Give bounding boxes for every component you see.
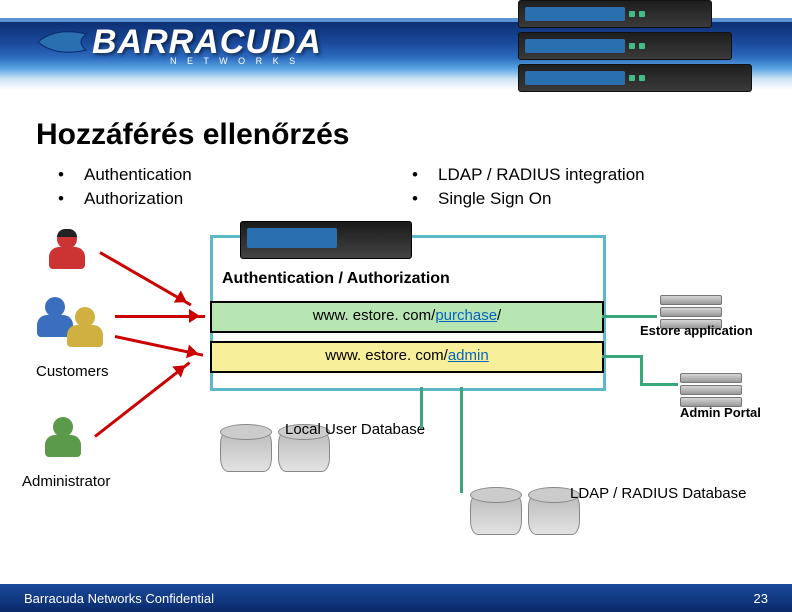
bullet-item: •Authentication [58, 165, 192, 185]
footer-confidential: Barracuda Networks Confidential [24, 591, 214, 606]
arrow-group-to-admin [115, 335, 204, 357]
slide-title: Hozzáférés ellenőrzés [36, 118, 349, 152]
administrator-label: Administrator [22, 473, 110, 490]
hardware-unit [518, 32, 732, 60]
ldap-db-label: LDAP / RADIUS Database [570, 485, 746, 502]
url-text: www. estore. com/ [325, 347, 448, 364]
barracuda-fish-icon [36, 22, 92, 62]
db-local-left [220, 430, 272, 472]
diagram-area: Customers Administrator Authentication /… [0, 235, 792, 515]
arrow-red-to-purchase [99, 251, 191, 306]
url-bar-purchase: www. estore. com/purchase/ [210, 301, 604, 333]
connector-to-local-db [420, 387, 423, 429]
admin-portal-label: Admin Portal [680, 405, 761, 420]
server-admin-portal [680, 373, 740, 409]
brand-subtitle: N E T W O R K S [170, 56, 299, 66]
url-link-purchase[interactable]: purchase [435, 307, 497, 324]
bullet-text: Authentication [84, 165, 192, 184]
connector-branch [602, 355, 642, 358]
footer-bar: Barracuda Networks Confidential 23 [0, 584, 792, 612]
user-icon-yellow [62, 305, 108, 351]
user-icon-red [44, 227, 90, 273]
bullet-item: •Single Sign On [412, 189, 645, 209]
footer-page-number: 23 [754, 591, 768, 606]
connector-to-ldap-db [460, 387, 463, 493]
url-text: www. estore. com/ [313, 307, 436, 324]
auth-label: Authentication / Authorization [222, 270, 450, 288]
hardware-unit [518, 0, 712, 28]
hardware-unit [518, 64, 752, 92]
url-text: / [497, 307, 501, 324]
bullets-right-column: •LDAP / RADIUS integration •Single Sign … [412, 165, 645, 213]
arrow-group-to-purchase [115, 315, 205, 318]
bullet-item: •LDAP / RADIUS integration [412, 165, 645, 185]
connector-to-estore [602, 315, 657, 318]
arrow-admin-to-admin-url [94, 361, 190, 437]
header-hardware-stack [518, 0, 752, 96]
connector-down [640, 355, 643, 385]
connector-to-admin [640, 383, 678, 386]
url-bar-admin: www. estore. com/admin [210, 341, 604, 373]
bullet-text: Single Sign On [438, 189, 551, 208]
user-icon-admin [40, 415, 86, 461]
bullet-text: LDAP / RADIUS integration [438, 165, 645, 184]
url-link-admin[interactable]: admin [448, 347, 489, 364]
bullet-text: Authorization [84, 189, 183, 208]
local-db-label: Local User Database [285, 421, 425, 438]
db-ldap-left [470, 493, 522, 535]
firewall-appliance-icon [240, 221, 412, 259]
estore-app-label: Estore application [640, 323, 753, 338]
bullets-left-column: •Authentication •Authorization [58, 165, 192, 213]
bullet-item: •Authorization [58, 189, 192, 209]
customers-label: Customers [36, 363, 109, 380]
